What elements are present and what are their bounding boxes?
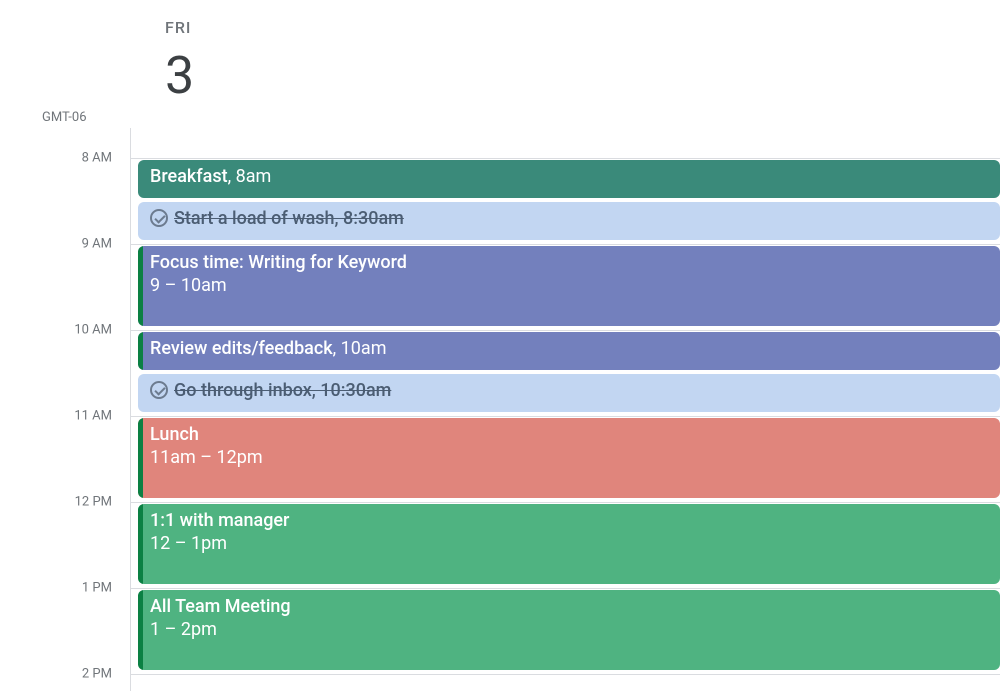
event-breakfast[interactable]: Breakfast, 8am: [138, 160, 1000, 198]
hour-line: [130, 416, 1000, 417]
hour-label: 11 AM: [0, 409, 112, 424]
hour-line: [130, 674, 1000, 675]
hour-line: [130, 158, 1000, 159]
hour-label: 8 AM: [0, 151, 112, 166]
event-title: Lunch: [150, 424, 199, 445]
hour-label: 12 PM: [0, 495, 112, 510]
event-accent: [138, 332, 143, 370]
hour-label: 9 AM: [0, 237, 112, 252]
hour-label: 2 PM: [0, 667, 112, 682]
event-title: Focus time: Writing for Keyword: [150, 252, 407, 273]
event-accent: [138, 504, 143, 584]
event-time: 9 – 10am: [150, 275, 988, 296]
event-focus-time[interactable]: Focus time: Writing for Keyword 9 – 10am: [138, 246, 1000, 326]
hour-label: 10 AM: [0, 323, 112, 338]
event-time: , 8am: [228, 166, 272, 187]
calendar-grid: 8 AM 9 AM 10 AM 11 AM 12 PM 1 PM 2 PM Br…: [0, 128, 1000, 691]
event-inbox-task[interactable]: Go through inbox, 10:30am: [138, 374, 1000, 412]
hour-line: [130, 588, 1000, 589]
event-manager-1on1[interactable]: 1:1 with manager 12 – 1pm: [138, 504, 1000, 584]
event-team-meeting[interactable]: All Team Meeting 1 – 2pm: [138, 590, 1000, 670]
event-title: Start a load of wash, 8:30am: [174, 208, 404, 229]
event-time: 11am – 12pm: [150, 447, 988, 468]
day-name: FRI: [165, 18, 194, 37]
check-circle-icon: [150, 381, 168, 399]
event-title: Breakfast: [150, 166, 228, 187]
hour-line: [130, 502, 1000, 503]
event-time: 12 – 1pm: [150, 533, 988, 554]
event-accent: [138, 246, 143, 326]
event-lunch[interactable]: Lunch 11am – 12pm: [138, 418, 1000, 498]
check-circle-icon: [150, 209, 168, 227]
event-title: 1:1 with manager: [150, 510, 289, 531]
event-wash-task[interactable]: Start a load of wash, 8:30am: [138, 202, 1000, 240]
hour-line: [130, 244, 1000, 245]
event-title: All Team Meeting: [150, 596, 291, 617]
event-review[interactable]: Review edits/feedback, 10am: [138, 332, 1000, 370]
day-header[interactable]: FRI 3: [165, 18, 194, 106]
event-title: Go through inbox, 10:30am: [174, 380, 391, 401]
timezone-label: GMT-06: [42, 110, 87, 125]
event-time: 1 – 2pm: [150, 619, 988, 640]
hour-line: [130, 330, 1000, 331]
event-title: Review edits/feedback: [150, 338, 333, 359]
hour-label: 1 PM: [0, 581, 112, 596]
day-number: 3: [165, 45, 194, 106]
event-accent: [138, 418, 143, 498]
event-time: , 10am: [333, 338, 387, 359]
day-separator: [130, 128, 131, 691]
event-accent: [138, 590, 143, 670]
